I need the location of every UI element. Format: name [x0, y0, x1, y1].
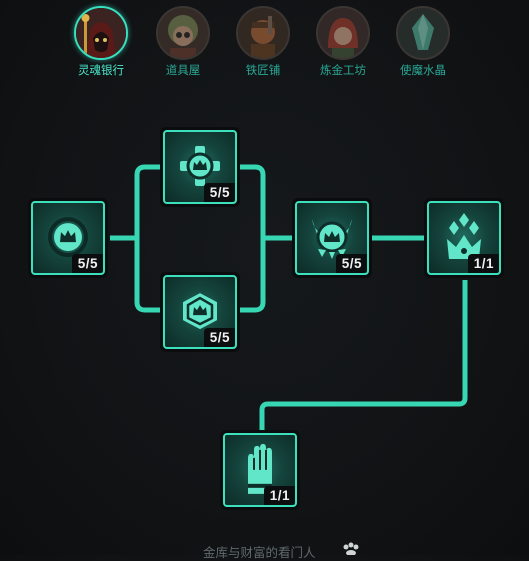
- crown-orb-icon: [48, 217, 88, 258]
- skill-node-cube-crown[interactable]: 5/5: [160, 272, 240, 352]
- skill-node-raised-hand[interactable]: 1/1: [220, 430, 300, 510]
- connector-line: [110, 164, 160, 241]
- node-count: 5/5: [71, 254, 103, 273]
- node-count: 1/1: [263, 486, 295, 505]
- node-count: 5/5: [335, 254, 367, 273]
- paw-icon[interactable]: [341, 542, 361, 555]
- connector-line: [259, 280, 468, 430]
- node-count: 1/1: [467, 254, 499, 273]
- skill-node-crystal-crown[interactable]: 1/1: [424, 198, 504, 278]
- skill-node-crown-orb[interactable]: 5/5: [28, 198, 108, 278]
- skill-node-cross-crown[interactable]: 5/5: [160, 127, 240, 207]
- connector-line: [134, 238, 160, 313]
- connector-line: [240, 164, 292, 241]
- node-count: 5/5: [203, 328, 235, 347]
- connector-line: [240, 238, 266, 313]
- skill-node-horned-crown[interactable]: 5/5: [292, 198, 372, 278]
- npc-title: 金库与财富的看门人: [203, 546, 316, 560]
- node-count: 5/5: [203, 183, 235, 202]
